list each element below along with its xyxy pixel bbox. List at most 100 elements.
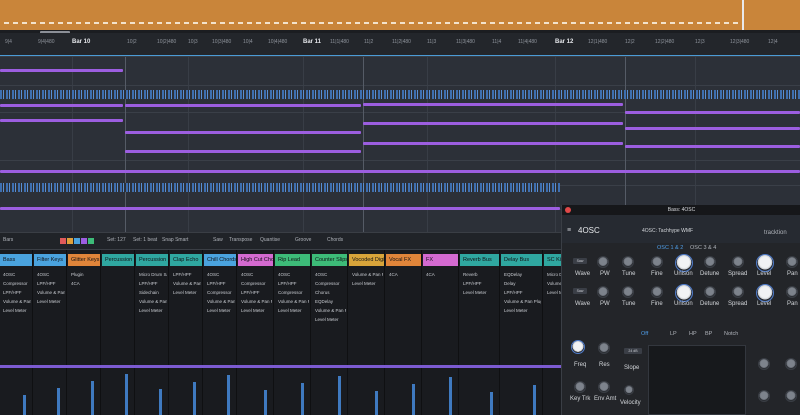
track-name[interactable]: Percussion xyxy=(102,254,134,266)
midi-note[interactable] xyxy=(625,127,800,130)
plugin-slot[interactable]: Reverb xyxy=(463,272,498,277)
osc-knob[interactable] xyxy=(651,256,663,268)
midi-note[interactable] xyxy=(625,111,800,114)
track-name[interactable]: Glitter Keys xyxy=(68,254,100,266)
amp-knob[interactable] xyxy=(758,390,770,402)
osc-knob[interactable] xyxy=(622,256,634,268)
midi-note[interactable] xyxy=(363,122,623,125)
midi-note[interactable] xyxy=(363,103,623,106)
plugin-slot[interactable]: LPF/HPF xyxy=(3,290,31,295)
amp-knob[interactable] xyxy=(785,390,797,402)
plugin-slot[interactable]: Volume & Pan Plugin xyxy=(504,299,541,304)
color-swatch[interactable] xyxy=(67,238,73,244)
color-swatch[interactable] xyxy=(74,238,80,244)
plugin-slot[interactable]: 4OSC xyxy=(315,272,346,277)
plugin-slot[interactable]: LPF/HPF xyxy=(173,272,201,277)
filter-type-tab[interactable]: BP xyxy=(705,331,712,337)
plugin-slot[interactable]: Level Meter xyxy=(504,308,541,313)
osc-knob[interactable] xyxy=(732,256,744,268)
menu-icon[interactable]: ≡ xyxy=(567,227,571,234)
midi-note[interactable] xyxy=(125,150,361,153)
filter-type-tab[interactable]: Off xyxy=(641,331,648,337)
osc-knob[interactable] xyxy=(675,254,693,272)
track-name[interactable]: Percussion xyxy=(136,254,168,266)
track-name[interactable]: Vocal FX xyxy=(386,254,421,266)
track-name[interactable]: Chill Chords xyxy=(204,254,236,266)
plugin-slot[interactable]: Volume & Pan Plugin xyxy=(315,308,346,313)
plugin-slot[interactable]: Delay xyxy=(504,281,541,286)
plugin-slot[interactable]: Chorus xyxy=(315,290,346,295)
plugin-slot[interactable]: Level Meter xyxy=(3,308,31,313)
plugin-slot[interactable]: Level Meter xyxy=(315,317,346,322)
osc-knob[interactable] xyxy=(732,286,744,298)
plugin-slot[interactable]: Level Meter xyxy=(352,281,383,286)
plugin-slot[interactable]: LPF/HPF xyxy=(139,281,167,286)
track-name[interactable]: Rip Lead xyxy=(275,254,310,266)
plugin-slot[interactable]: Compressor xyxy=(315,281,346,286)
track-name[interactable]: Counter Slips xyxy=(312,254,347,266)
plugin-slot[interactable]: Volume & Pan Plugin xyxy=(139,299,167,304)
osc-knob[interactable] xyxy=(756,254,774,272)
plugin-slot[interactable]: Volume & Pan Plugin xyxy=(173,281,201,286)
plugin-slot[interactable]: Volume & Pan Plugin xyxy=(207,299,235,304)
track-name[interactable]: Filter Keys xyxy=(34,254,66,266)
plugin-slot[interactable]: 4CA xyxy=(389,272,420,277)
plugin-slot[interactable]: Volume & Pan Plugin xyxy=(3,299,31,304)
plugin-slot[interactable]: Level Meter xyxy=(207,308,235,313)
plugin-slot[interactable]: EQDelay xyxy=(504,272,541,277)
waveform-button[interactable]: Saw xyxy=(573,258,587,264)
osc-knob[interactable] xyxy=(786,256,798,268)
plugin-slot[interactable]: Level Meter xyxy=(278,308,309,313)
preset-selector[interactable]: 4OSC: Tachhype WMF xyxy=(642,228,693,234)
audio-clip-waveform[interactable] xyxy=(0,90,800,99)
slope-selector[interactable]: 24 dB xyxy=(624,348,642,354)
plugin-slot[interactable]: LPF/HPF xyxy=(37,281,65,286)
midi-note[interactable] xyxy=(625,145,800,148)
plugin-slot[interactable]: Level Meter xyxy=(241,308,272,313)
amp-knob[interactable] xyxy=(785,358,797,370)
osc-knob[interactable] xyxy=(651,286,663,298)
groove-button[interactable]: Groove xyxy=(295,237,311,243)
plugin-slot[interactable]: Volume & Pan Plugin xyxy=(241,299,272,304)
plugin-slot[interactable]: 4OSC xyxy=(207,272,235,277)
key-track-knob[interactable] xyxy=(574,381,586,393)
color-swatch[interactable] xyxy=(88,238,94,244)
plugin-slot[interactable]: Level Meter xyxy=(37,299,65,304)
env-amount-knob[interactable] xyxy=(598,381,610,393)
track-name[interactable]: Reverb Bus xyxy=(460,254,499,266)
plugin-slot[interactable]: Level Meter xyxy=(463,290,498,295)
track-name[interactable]: Clap Echo xyxy=(170,254,202,266)
filter-type-tab[interactable]: LP xyxy=(670,331,677,337)
plugin-slot[interactable]: Volume & Pan Plugin xyxy=(37,290,65,295)
filter-type-tab[interactable]: Notch xyxy=(724,331,738,337)
chords-button[interactable]: Chords xyxy=(327,237,343,243)
osc-knob[interactable] xyxy=(786,286,798,298)
velocity-value[interactable]: Set: 127 xyxy=(107,237,126,243)
filter-type-tab[interactable]: HP xyxy=(689,331,697,337)
plugin-slot[interactable]: Volume & Pan Plugin xyxy=(278,299,309,304)
osc-knob[interactable] xyxy=(704,286,716,298)
envelope-display[interactable] xyxy=(648,345,746,415)
amp-knob[interactable] xyxy=(758,358,770,370)
color-swatch[interactable] xyxy=(81,238,87,244)
plugin-slot[interactable]: Compressor xyxy=(207,290,235,295)
track-name[interactable]: Delay Bus xyxy=(501,254,542,266)
audio-clip-waveform[interactable] xyxy=(0,183,560,192)
plugin-slot[interactable]: 4OSC xyxy=(241,272,272,277)
close-icon[interactable] xyxy=(565,207,571,213)
plugin-slot[interactable]: LPF/HPF xyxy=(207,281,235,286)
midi-note[interactable] xyxy=(0,104,123,107)
waveform-button[interactable]: Saw xyxy=(573,288,587,294)
plugin-slot[interactable]: Compressor xyxy=(241,281,272,286)
plugin-slot[interactable]: LPF/HPF xyxy=(241,290,272,295)
snap-dropdown[interactable]: Snap Smart xyxy=(162,237,188,243)
midi-note[interactable] xyxy=(0,119,123,122)
saw-button[interactable]: Saw xyxy=(213,237,223,243)
bars-label[interactable]: Bars xyxy=(3,237,13,243)
plugin-slot[interactable]: EQDelay xyxy=(315,299,346,304)
plugin-slot[interactable]: Micro Drum Sampler xyxy=(139,272,167,277)
track-name[interactable]: Vocoded Digital xyxy=(349,254,384,266)
overview-playhead[interactable] xyxy=(742,0,744,30)
osc-knob[interactable] xyxy=(704,256,716,268)
midi-note[interactable] xyxy=(0,69,123,72)
